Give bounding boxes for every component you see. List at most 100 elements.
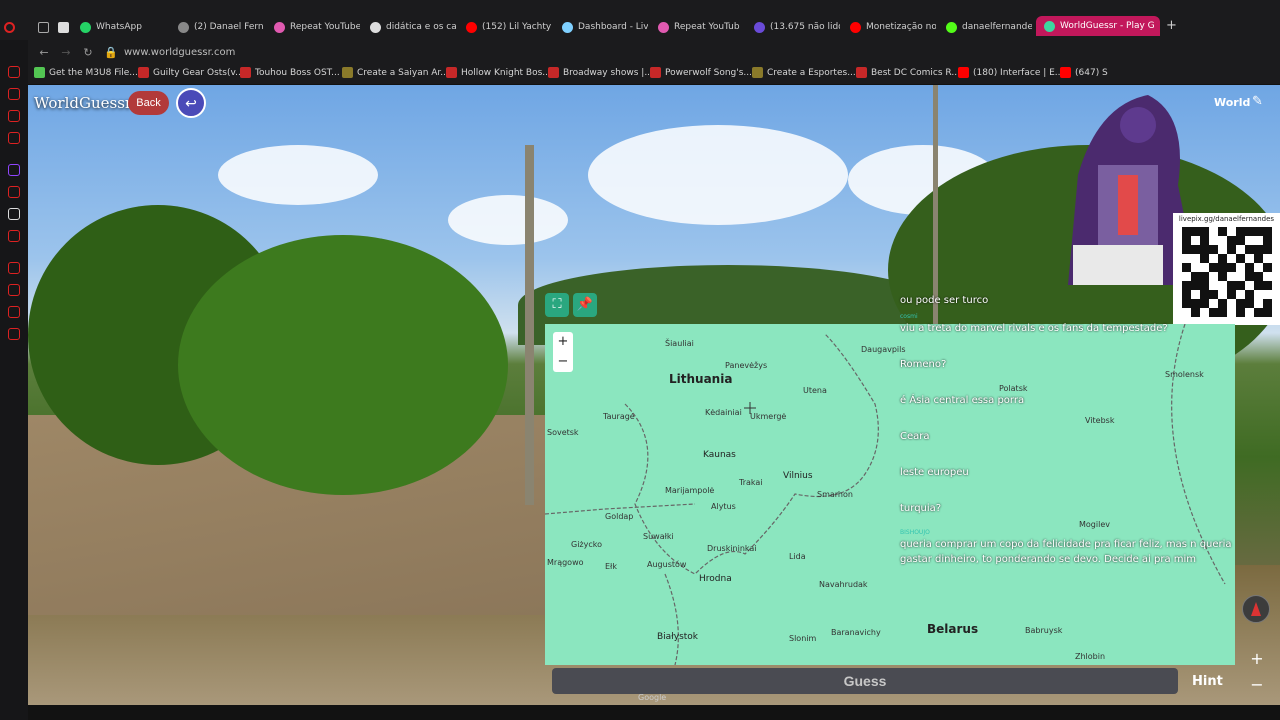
bookmark-7[interactable]: Create a Esportes... [752,67,856,78]
qr-module [1208,263,1218,272]
map-label: Lithuania [669,372,733,386]
qr-module [1190,245,1200,254]
bookmark-8[interactable]: Best DC Comics R... [856,67,960,78]
qr-module [1235,290,1245,299]
tab-9[interactable]: danaelfernandes [946,18,1032,36]
map-label: Zhlobin [1075,652,1106,661]
tab-6-label: Repeat YouTub [674,22,740,32]
tab-3-label: didática e os cam [386,22,456,32]
chat-text: queria comprar um copo da felicidade pra… [900,539,1232,565]
tab-6[interactable]: Repeat YouTub [658,18,744,36]
sidebar-x-icon[interactable] [8,208,20,220]
game-mode-label[interactable]: World [1214,96,1250,109]
livepix-qr-code[interactable]: livepix.gg/danaelfernandes [1173,213,1280,325]
sidebar-music-icon[interactable] [8,230,20,242]
new-tab-button[interactable]: + [1166,16,1177,34]
reload-icon[interactable]: ↻ [82,46,94,59]
qr-module [1253,299,1263,308]
compass-icon[interactable] [1242,595,1270,623]
qr-module [1244,254,1254,263]
pano-zoom-in-button[interactable]: + [1246,649,1268,669]
chat-message: é Ásia central essa porra [900,385,1236,408]
tab-4[interactable]: (152) Lil Yachty - F [466,18,552,36]
bookmark-0[interactable]: Get the M3U8 File... [34,67,138,78]
pencil-icon[interactable]: ✎ [1252,94,1263,109]
bookmark-3[interactable]: Create a Saiyan Ar... [342,67,449,78]
qr-module [1181,272,1191,281]
workspaces-icon[interactable] [38,18,49,36]
tab-3[interactable]: didática e os cam [370,18,456,36]
tab-pages-icon[interactable] [58,18,69,36]
cloud [448,195,568,245]
sidebar-player-icon[interactable] [8,262,20,274]
bookmark-2[interactable]: Touhou Boss OST... [240,67,340,78]
chat-text: ou pode ser turco [900,295,989,306]
tab-1[interactable]: (2) Danael Fernan [178,18,264,36]
bookmark-6-label: Powerwolf Song's... [665,67,752,78]
guess-button[interactable]: Guess [552,668,1178,694]
forward-arrow-icon[interactable]: → [60,46,72,59]
tab-0[interactable]: WhatsApp [80,18,170,36]
sidebar-instagram-icon[interactable] [8,132,20,144]
chat-message: cosmi viu a treta do marvel rivals e os … [900,313,1236,336]
bookmark-4-icon [446,67,457,78]
browser-logo-icon[interactable] [4,18,15,36]
bookmark-7-icon [752,67,763,78]
tab-5-label: Dashboard - LiveP [578,22,648,32]
tab-4-label: (152) Lil Yachty - F [482,22,552,32]
qr-module [1235,236,1245,245]
bookmark-9[interactable]: (180) Interface | E... [958,67,1063,78]
bookmark-10[interactable]: (647) S [1060,67,1108,78]
chat-username [900,285,1236,293]
tab-1-label: (2) Danael Fernan [194,22,264,32]
tab-2[interactable]: Repeat YouTube V [274,18,360,36]
url-text[interactable]: www.worldguessr.com [124,47,235,58]
qr-module [1253,281,1263,290]
qr-module [1253,290,1263,299]
qr-module [1235,281,1245,290]
map-zoom-out-button[interactable]: − [553,352,573,372]
qr-module [1190,227,1200,236]
bookmark-5[interactable]: Broadway shows |... [548,67,653,78]
sidebar-cube-icon[interactable] [8,306,20,318]
qr-module [1262,236,1272,245]
sidebar-clock-icon[interactable] [8,284,20,296]
bookmark-6[interactable]: Powerwolf Song's... [650,67,752,78]
tab-8[interactable]: Monetização no Y [850,18,936,36]
hint-button[interactable]: Hint [1192,674,1223,689]
tab-9-label: danaelfernandes [962,22,1032,32]
sidebar-percent-icon[interactable] [8,186,20,198]
return-to-start-button[interactable]: ↩ [176,88,206,118]
bookmark-1[interactable]: Guilty Gear Osts(v... [138,67,244,78]
qr-module [1253,245,1263,254]
back-button[interactable]: Back [128,91,169,115]
tab-0-label: WhatsApp [96,22,142,32]
chat-text: viu a treta do marvel rivals e os fans d… [900,323,1168,334]
street-view-panorama[interactable]: WorldGuessr Back ↩ World ✎ livepix.gg/da… [28,85,1280,705]
sidebar-bag-icon[interactable] [8,88,20,100]
bookmark-4-label: Hollow Knight Bos... [461,67,551,78]
expand-map-icon[interactable]: ⛶ [545,293,569,317]
qr-module [1217,263,1227,272]
sidebar-settings-icon[interactable] [8,328,20,340]
qr-module [1190,254,1200,263]
map-zoom-in-button[interactable]: + [553,332,573,352]
tab-5[interactable]: Dashboard - LiveP [562,18,648,36]
back-arrow-icon[interactable]: ← [38,46,50,59]
sidebar-twitch-icon[interactable] [8,164,20,176]
pano-zoom-out-button[interactable]: − [1246,675,1268,695]
qr-module [1262,227,1272,236]
sidebar-history-icon[interactable] [8,66,20,78]
pin-map-icon[interactable]: 📌 [573,293,597,317]
bookmark-4[interactable]: Hollow Knight Bos... [446,67,551,78]
lock-icon: 🔒 [104,45,118,59]
chat-username [900,349,1236,357]
sidebar-messenger-icon[interactable] [8,110,20,122]
tab-7[interactable]: (13.675 não lidos) [754,18,840,36]
qr-module [1235,272,1245,281]
map-label: Lida [789,552,806,561]
tab-7-icon [754,21,765,33]
worldguessr-logo[interactable]: WorldGuessr [34,94,132,112]
qr-module [1235,227,1245,236]
tab-10-active[interactable]: WorldGuessr - Play G [1036,16,1160,36]
